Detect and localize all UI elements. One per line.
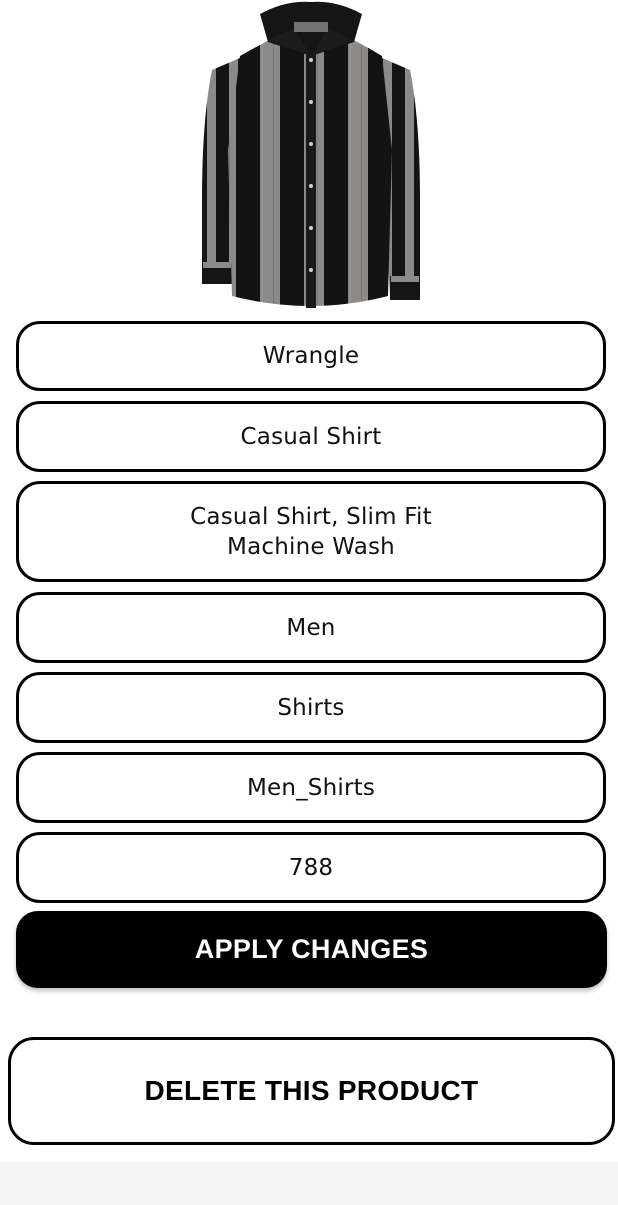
- title-field[interactable]: Casual Shirt: [16, 401, 606, 472]
- delete-product-button[interactable]: DELETE THIS PRODUCT: [8, 1037, 615, 1145]
- price-field[interactable]: 788: [16, 832, 606, 903]
- gender-field[interactable]: Men: [16, 592, 606, 663]
- brand-value: Wrangle: [262, 343, 360, 369]
- subcategory-value: Men_Shirts: [246, 774, 376, 801]
- brand-field[interactable]: Wrangle: [16, 321, 606, 391]
- product-image: [196, 0, 426, 314]
- title-value: Casual Shirt: [240, 423, 382, 450]
- striped-shirt-image: [202, 1, 420, 308]
- delete-product-label: DELETE THIS PRODUCT: [144, 1075, 479, 1106]
- description-field[interactable]: Casual Shirt, Slim Fit Machine Wash: [16, 481, 606, 582]
- bottom-bar: [0, 1162, 618, 1205]
- category-value: Shirts: [277, 694, 345, 721]
- subcategory-field[interactable]: Men_Shirts: [16, 752, 606, 823]
- category-field[interactable]: Shirts: [16, 672, 606, 743]
- gender-value: Men: [286, 614, 336, 641]
- apply-changes-button[interactable]: APPLY CHANGES: [16, 911, 607, 988]
- description-line-2: Machine Wash: [227, 533, 395, 560]
- price-value: 788: [288, 854, 334, 881]
- description-line-1: Casual Shirt, Slim Fit: [190, 503, 432, 530]
- apply-changes-label: APPLY CHANGES: [194, 934, 429, 964]
